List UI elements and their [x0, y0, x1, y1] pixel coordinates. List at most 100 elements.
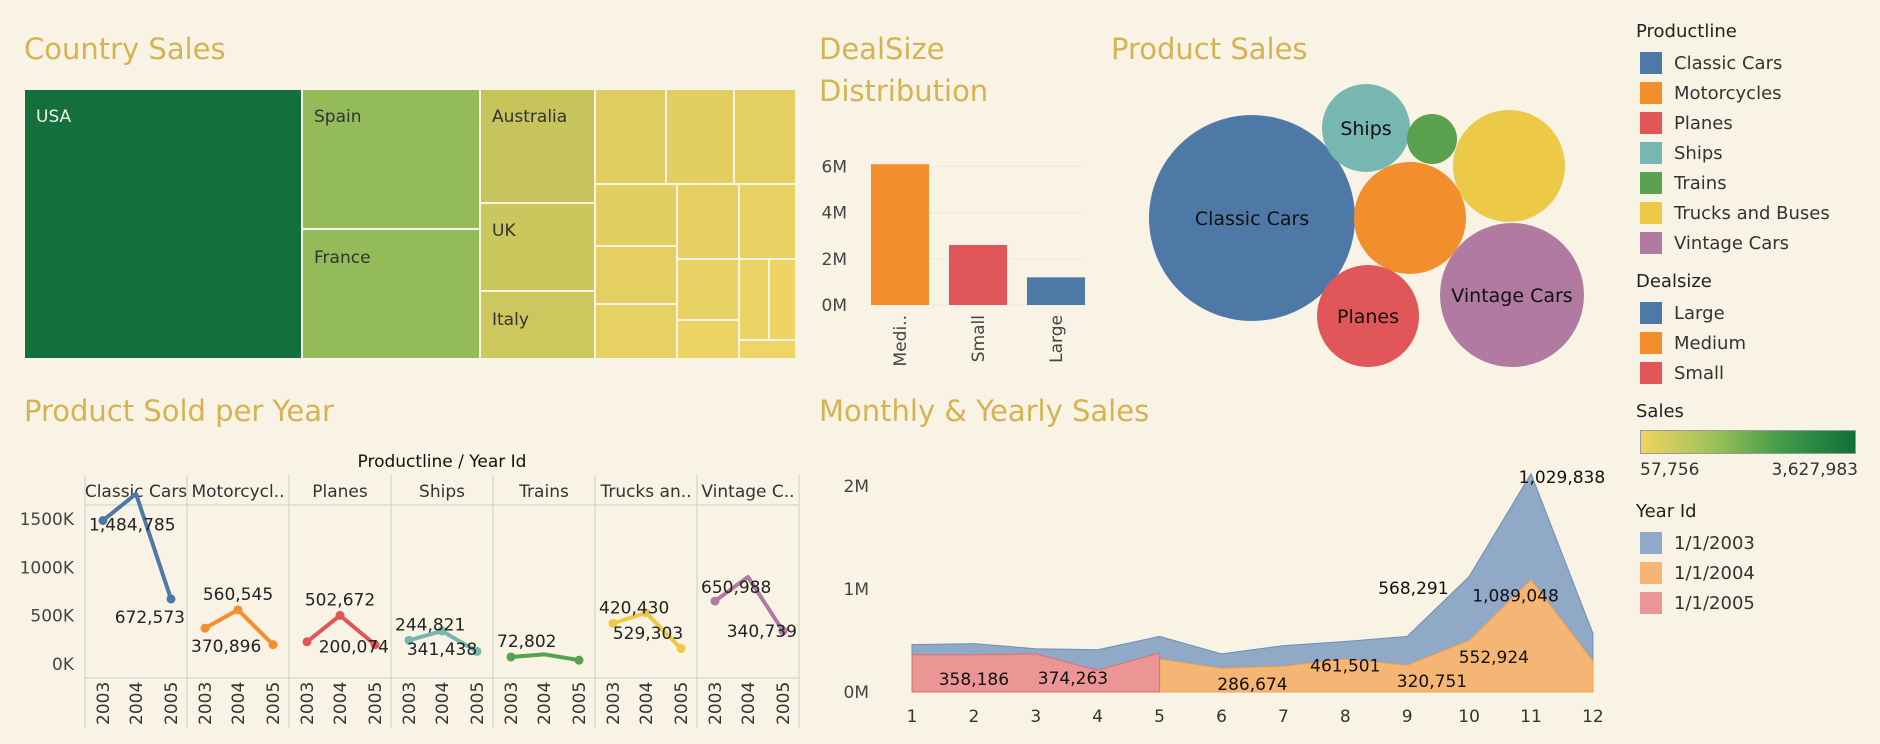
legend-swatch: [1640, 362, 1662, 384]
treemap-cell[interactable]: [594, 245, 678, 305]
panel-header: Motorcycl..: [191, 482, 284, 502]
year-tick: 2004: [331, 682, 351, 725]
legend-item[interactable]: Large: [1636, 298, 1876, 328]
treemap-cell[interactable]: [676, 258, 740, 321]
bubble-label-vintage-cars: Vintage Cars: [1451, 285, 1572, 307]
bar[interactable]: [871, 164, 929, 305]
treemap-cell[interactable]: [738, 339, 796, 359]
year-tick: 2004: [637, 682, 657, 725]
country-sales-treemap: USA Spain France Australia UK Italy: [24, 89, 796, 359]
data-label: 72,802: [497, 632, 556, 652]
legend-item[interactable]: 1/1/2004: [1636, 558, 1876, 588]
bubble-trains[interactable]: [1407, 114, 1457, 164]
series-point[interactable]: [302, 637, 312, 647]
treemap-cell[interactable]: [665, 89, 735, 185]
year-tick: 2005: [774, 682, 794, 725]
bar-ytick: 6M: [822, 158, 847, 178]
bar[interactable]: [1027, 277, 1085, 305]
treemap-cell[interactable]: [676, 319, 740, 359]
treemap-cell-usa[interactable]: [24, 89, 303, 359]
bubble-label-planes: Planes: [1337, 306, 1399, 328]
series-point[interactable]: [166, 594, 176, 604]
area-data-label: 358,186: [939, 670, 1009, 690]
year-tick: 2003: [502, 682, 522, 725]
bar-ytick: 4M: [822, 204, 847, 224]
bubble-motorcycles[interactable]: [1354, 162, 1466, 274]
dealsize-legend: Dealsize Large Medium Small: [1636, 270, 1876, 388]
treemap-cell[interactable]: [768, 258, 796, 341]
treemap-cell[interactable]: [738, 183, 796, 260]
series-point[interactable]: [233, 605, 243, 615]
bar[interactable]: [949, 245, 1007, 305]
monthly-yearly-sales-title: Monthly & Yearly Sales: [819, 394, 1150, 428]
treemap-cell[interactable]: [594, 183, 678, 247]
legend-item[interactable]: Vintage Cars: [1636, 228, 1876, 258]
legend-label: Medium: [1674, 332, 1746, 354]
year-tick: 2005: [366, 682, 386, 725]
panel-header: Planes: [312, 482, 368, 502]
series-line[interactable]: [101, 491, 173, 600]
legend-label: Classic Cars: [1674, 52, 1783, 74]
series-point[interactable]: [200, 623, 210, 633]
series-point[interactable]: [335, 610, 345, 620]
series-point[interactable]: [506, 652, 516, 662]
panel-header: Trucks an..: [599, 482, 691, 502]
legend-item[interactable]: Trains: [1636, 168, 1876, 198]
data-label: 200,074: [319, 638, 389, 658]
treemap-cell[interactable]: [594, 303, 678, 359]
treemap-cell[interactable]: [733, 89, 796, 185]
area-data-label: 1,029,838: [1519, 468, 1605, 488]
data-label: 370,896: [191, 637, 261, 657]
legend-item[interactable]: 1/1/2003: [1636, 528, 1876, 558]
area-ytick: 0M: [844, 683, 869, 703]
treemap-cell[interactable]: [676, 183, 740, 260]
treemap-label-france: France: [314, 248, 371, 268]
year-tick: 2004: [535, 682, 555, 725]
panel-header: Ships: [419, 482, 465, 502]
country-sales-title: Country Sales: [24, 32, 226, 66]
legend-item[interactable]: Motorcycles: [1636, 78, 1876, 108]
legend-item[interactable]: Small: [1636, 358, 1876, 388]
area-xtick: 10: [1458, 707, 1480, 727]
year-tick: 2003: [298, 682, 318, 725]
year-legend: Year Id 1/1/2003 1/1/2004 1/1/2005: [1636, 500, 1876, 618]
legend-item[interactable]: Classic Cars: [1636, 48, 1876, 78]
year-tick: 2004: [127, 682, 147, 725]
area-ytick: 1M: [844, 580, 869, 600]
legend-label: Motorcycles: [1674, 82, 1782, 104]
treemap-cell-uk[interactable]: [479, 202, 596, 292]
legend-item[interactable]: 1/1/2005: [1636, 588, 1876, 618]
area-data-label: 461,501: [1310, 656, 1380, 676]
treemap-cell[interactable]: [738, 258, 770, 341]
series-point[interactable]: [574, 655, 584, 665]
bubble-trucks-and-buses[interactable]: [1453, 110, 1565, 222]
sales-color-gradient[interactable]: [1640, 430, 1856, 454]
legend-item[interactable]: Planes: [1636, 108, 1876, 138]
year-tick: 2004: [229, 682, 249, 725]
product-sold-per-year-chart: Productline / Year Id0K500K1000K1500KCla…: [20, 452, 800, 728]
year-tick: 2005: [570, 682, 590, 725]
treemap-cell[interactable]: [594, 89, 667, 185]
year-tick: 2005: [264, 682, 284, 725]
small-multiples-header: Productline / Year Id: [358, 452, 527, 472]
series-point[interactable]: [268, 640, 278, 650]
area-data-label: 286,674: [1217, 675, 1287, 695]
dealsize-title-line1: DealSize: [819, 32, 945, 66]
dealsize-legend-title: Dealsize: [1636, 271, 1712, 292]
series-line[interactable]: [510, 652, 580, 663]
area-xtick: 4: [1092, 707, 1103, 727]
area-xtick: 5: [1154, 707, 1165, 727]
legend-item[interactable]: Trucks and Buses: [1636, 198, 1876, 228]
legend-item[interactable]: Ships: [1636, 138, 1876, 168]
data-label: 244,821: [395, 615, 465, 635]
series-point[interactable]: [676, 644, 686, 654]
area-xtick: 11: [1520, 707, 1542, 727]
legend-item[interactable]: Medium: [1636, 328, 1876, 358]
bar-xtick: Small: [969, 315, 989, 362]
year-tick: 2004: [433, 682, 453, 725]
area-ytick: 2M: [844, 477, 869, 497]
area-xtick: 3: [1030, 707, 1041, 727]
data-label: 529,303: [613, 624, 683, 644]
panel-header: Vintage C..: [701, 482, 794, 502]
legend-swatch: [1640, 332, 1662, 354]
